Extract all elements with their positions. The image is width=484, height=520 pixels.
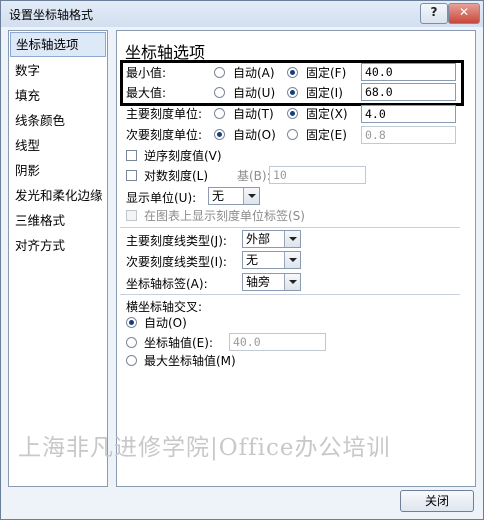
divider — [120, 294, 460, 295]
min-fixed-label: 固定(F) — [306, 66, 347, 80]
help-button[interactable]: ? — [420, 3, 448, 24]
min-auto-radio[interactable] — [214, 67, 225, 78]
cross-value-radio[interactable] — [126, 337, 137, 348]
nav-item-alignment[interactable]: 对齐方式 — [9, 233, 107, 258]
close-button[interactable]: 关闭 — [400, 490, 474, 512]
chevron-down-icon — [243, 188, 259, 204]
major-unit-label: 主要刻度单位: — [126, 107, 203, 121]
min-value-input[interactable]: 40.0 — [361, 63, 456, 81]
major-tick-label: 主要刻度线类型(J): — [126, 234, 227, 248]
max-value-input[interactable]: 68.0 — [361, 83, 456, 101]
minor-tick-select[interactable]: 无 — [242, 251, 301, 269]
reverse-checkbox[interactable] — [126, 150, 137, 161]
cross-auto-label: 自动(O) — [144, 316, 187, 330]
cross-title: 横坐标轴交叉: — [126, 300, 203, 314]
display-unit-select[interactable]: 无 — [208, 187, 260, 205]
nav-item-number[interactable]: 数字 — [9, 58, 107, 83]
display-unit-value: 无 — [212, 189, 225, 203]
nav-item-line-color[interactable]: 线条颜色 — [9, 108, 107, 133]
chevron-down-icon — [284, 252, 300, 268]
minor-fixed-label: 固定(E) — [306, 128, 347, 142]
minor-fixed-radio[interactable] — [287, 129, 298, 140]
watermark-text: 上海非凡进修学院|Office办公培训 — [18, 435, 391, 461]
major-tick-select[interactable]: 外部 — [242, 230, 301, 248]
axis-labels-label: 坐标轴标签(A): — [126, 277, 208, 291]
cross-value-label: 坐标轴值(E): — [144, 336, 213, 350]
show-unit-label: 在图表上显示刻度单位标签(S) — [144, 209, 305, 223]
nav-item-axis-options[interactable]: 坐标轴选项 — [10, 32, 106, 57]
max-auto-radio[interactable] — [214, 87, 225, 98]
nav-item-shadow[interactable]: 阴影 — [9, 158, 107, 183]
max-fixed-radio[interactable] — [287, 87, 298, 98]
max-fixed-label: 固定(I) — [306, 86, 343, 100]
reverse-label: 逆序刻度值(V) — [144, 149, 222, 163]
minor-tick-label: 次要刻度线类型(I): — [126, 255, 227, 269]
category-list: 坐标轴选项 数字 填充 线条颜色 线型 阴影 发光和柔化边缘 三维格式 对齐方式 — [8, 30, 108, 487]
nav-item-fill[interactable]: 填充 — [9, 83, 107, 108]
log-base-input[interactable]: 10 — [269, 166, 366, 184]
minor-unit-label: 次要刻度单位: — [126, 128, 203, 142]
minor-unit-input[interactable]: 0.8 — [361, 126, 456, 144]
major-unit-input[interactable]: 4.0 — [361, 105, 456, 123]
major-fixed-radio[interactable] — [287, 108, 298, 119]
min-auto-label: 自动(A) — [233, 66, 275, 80]
log-scale-checkbox[interactable] — [126, 170, 137, 181]
close-icon[interactable]: ✕ — [448, 3, 480, 24]
axis-labels-select[interactable]: 轴旁 — [242, 273, 301, 291]
major-fixed-label: 固定(X) — [306, 107, 348, 121]
dialog-title: 设置坐标轴格式 — [9, 8, 94, 22]
nav-item-3d-format[interactable]: 三维格式 — [9, 208, 107, 233]
min-fixed-radio[interactable] — [287, 67, 298, 78]
max-auto-label: 自动(U) — [233, 86, 276, 100]
minor-auto-radio[interactable] — [214, 129, 225, 140]
cross-max-label: 最大坐标轴值(M) — [144, 354, 236, 368]
divider — [120, 227, 460, 228]
title-bar: 设置坐标轴格式 ? ✕ — [1, 1, 483, 27]
min-label: 最小值: — [126, 66, 167, 80]
axis-labels-value: 轴旁 — [246, 275, 271, 289]
nav-item-line-style[interactable]: 线型 — [9, 133, 107, 158]
show-unit-checkbox[interactable] — [126, 210, 137, 221]
log-base-label: 基(B): — [237, 169, 271, 183]
display-unit-label: 显示单位(U): — [126, 191, 197, 205]
log-scale-label: 对数刻度(L) — [144, 169, 209, 183]
major-tick-value: 外部 — [246, 232, 271, 246]
cross-value-input[interactable]: 40.0 — [229, 333, 326, 351]
minor-auto-label: 自动(O) — [233, 128, 276, 142]
major-auto-radio[interactable] — [214, 108, 225, 119]
cross-max-radio[interactable] — [126, 355, 137, 366]
chevron-down-icon — [284, 231, 300, 247]
section-title: 坐标轴选项 — [125, 43, 206, 62]
major-auto-label: 自动(T) — [233, 107, 274, 121]
chevron-down-icon — [284, 274, 300, 290]
nav-item-glow[interactable]: 发光和柔化边缘 — [9, 183, 107, 208]
minor-tick-value: 无 — [246, 253, 259, 267]
cross-auto-radio[interactable] — [126, 317, 137, 328]
max-label: 最大值: — [126, 86, 167, 100]
